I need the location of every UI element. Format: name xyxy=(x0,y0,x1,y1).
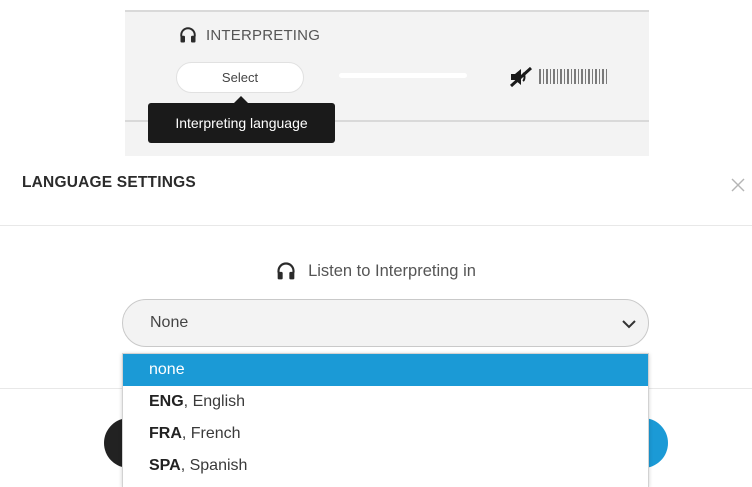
listen-label-text: Listen to Interpreting in xyxy=(308,261,476,280)
interpreting-title: INTERPRETING xyxy=(206,26,321,44)
headphones-icon xyxy=(277,262,295,280)
level-bar xyxy=(595,69,597,84)
level-bar xyxy=(546,69,548,84)
language-select-value: None xyxy=(150,314,189,331)
level-bar xyxy=(574,69,576,84)
level-bar xyxy=(553,69,555,84)
dropdown-option[interactable]: FRA, French xyxy=(123,418,648,450)
interpreting-header: INTERPRETING xyxy=(179,26,320,44)
level-bar xyxy=(542,69,544,84)
language-select[interactable]: None xyxy=(122,299,649,347)
audio-level-meter xyxy=(539,69,607,84)
dropdown-option[interactable]: ENG, English xyxy=(123,386,648,418)
language-dropdown-list: none ENG, English FRA, French SPA, Spanish xyxy=(122,353,649,487)
language-code: SPA xyxy=(149,457,181,474)
listen-label: Listen to Interpreting in xyxy=(0,261,752,281)
select-language-button[interactable]: Select xyxy=(176,62,304,93)
language-name: , French xyxy=(181,425,241,442)
level-bar xyxy=(556,69,558,84)
level-bar xyxy=(563,69,565,84)
volume-slider[interactable] xyxy=(339,73,467,78)
dropdown-option[interactable]: none xyxy=(123,354,648,386)
interpreting-language-tooltip: Interpreting language xyxy=(148,96,335,143)
language-name: , Spanish xyxy=(180,457,248,474)
language-name: none xyxy=(149,361,185,378)
speaker-muted-icon[interactable] xyxy=(509,67,533,87)
level-bar xyxy=(570,69,572,84)
close-icon[interactable] xyxy=(729,176,747,194)
level-bar xyxy=(577,69,579,84)
level-bar xyxy=(584,69,586,84)
modal-title: LANGUAGE SETTINGS xyxy=(22,174,196,191)
level-bar xyxy=(591,69,593,84)
language-code: ENG xyxy=(149,393,184,410)
level-bar xyxy=(598,69,600,84)
language-name: , English xyxy=(183,393,246,410)
chevron-down-icon xyxy=(622,320,636,329)
level-bar xyxy=(588,69,590,84)
dropdown-option[interactable]: SPA, Spanish xyxy=(123,450,648,482)
level-bar xyxy=(581,69,583,84)
level-bar xyxy=(567,69,569,84)
modal-header-divider xyxy=(0,225,752,226)
level-bar xyxy=(605,69,607,84)
language-code: FRA xyxy=(149,425,182,442)
level-bar xyxy=(539,69,541,84)
headphones-icon xyxy=(180,27,196,43)
level-bar xyxy=(560,69,562,84)
level-bar xyxy=(549,69,551,84)
level-bar xyxy=(602,69,604,84)
